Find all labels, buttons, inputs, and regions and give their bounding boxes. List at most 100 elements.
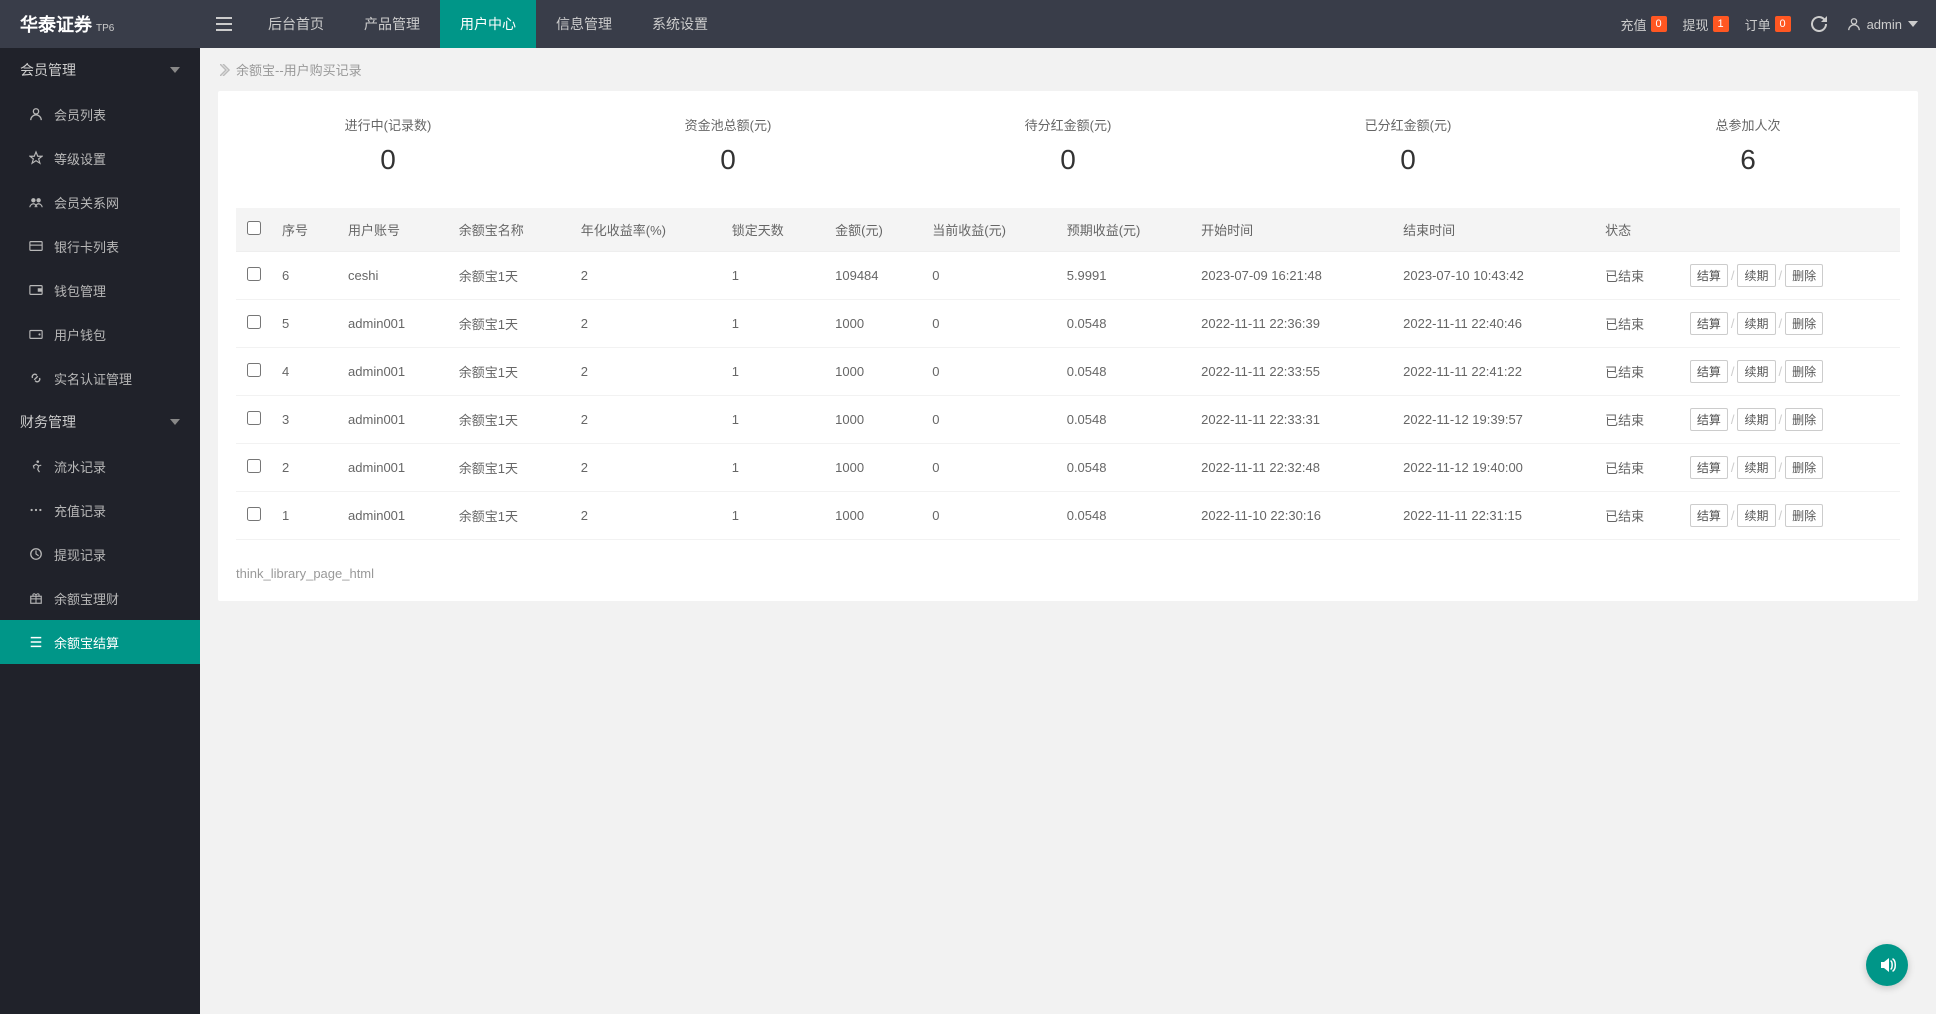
action-sep: / — [1776, 412, 1786, 427]
sidebar-item[interactable]: 等级设置 — [0, 136, 200, 180]
table-row: 1admin001余额宝1天21100000.05482022-11-10 22… — [236, 492, 1900, 540]
table-head: 序号用户账号余额宝名称年化收益率(%)锁定天数金额(元)当前收益(元)预期收益(… — [236, 208, 1900, 252]
user-label: admin — [1867, 17, 1902, 32]
sidebar-item[interactable]: 会员列表 — [0, 92, 200, 136]
cell: 2022-11-11 22:32:48 — [1191, 444, 1393, 492]
cell: 0.0548 — [1057, 444, 1191, 492]
cell: 0.0548 — [1057, 396, 1191, 444]
user-icon — [28, 106, 44, 122]
col-checkbox — [236, 208, 272, 252]
refresh-button[interactable] — [1799, 0, 1839, 48]
cell: 4 — [272, 348, 338, 396]
cell: 0 — [922, 252, 1056, 300]
delete-button[interactable]: 删除 — [1785, 360, 1823, 383]
sidebar-item[interactable]: 流水记录 — [0, 444, 200, 488]
table-body: 6ceshi余额宝1天2110948405.99912023-07-09 16:… — [236, 252, 1900, 540]
settle-button[interactable]: 结算 — [1690, 408, 1728, 431]
sidebar-item[interactable]: 钱包管理 — [0, 268, 200, 312]
topnav-item[interactable]: 系统设置 — [632, 0, 728, 48]
delete-button[interactable]: 删除 — [1785, 264, 1823, 287]
action-sep: / — [1728, 508, 1738, 523]
cell: 1 — [272, 492, 338, 540]
renew-button[interactable]: 续期 — [1737, 312, 1775, 335]
sidebar-group-head[interactable]: 会员管理 — [0, 48, 200, 92]
row-checkbox[interactable] — [247, 507, 261, 521]
renew-button[interactable]: 续期 — [1737, 456, 1775, 479]
order-link[interactable]: 订单 0 — [1737, 0, 1799, 48]
settle-button[interactable]: 结算 — [1690, 264, 1728, 287]
topnav-item[interactable]: 后台首页 — [248, 0, 344, 48]
cell: admin001 — [338, 348, 449, 396]
stat-block: 资金池总额(元)0 — [558, 115, 898, 176]
sidebar-item[interactable]: 充值记录 — [0, 488, 200, 532]
cell: 2 — [571, 396, 722, 444]
cell-actions: 结算/续期/删除 — [1680, 300, 1900, 348]
cell: admin001 — [338, 492, 449, 540]
wallet2-icon — [28, 326, 44, 342]
refresh-icon — [1811, 16, 1827, 32]
sidebar-item[interactable]: 余额宝理财 — [0, 576, 200, 620]
sidebar-item[interactable]: 提现记录 — [0, 532, 200, 576]
topnav-item[interactable]: 信息管理 — [536, 0, 632, 48]
topnav-item[interactable]: 产品管理 — [344, 0, 440, 48]
settle-button[interactable]: 结算 — [1690, 504, 1728, 527]
row-checkbox[interactable] — [247, 315, 261, 329]
cell: 1000 — [825, 300, 922, 348]
cell: 已结束 — [1595, 348, 1680, 396]
cell: 1 — [722, 252, 825, 300]
cell-actions: 结算/续期/删除 — [1680, 444, 1900, 492]
sidebar-item[interactable]: 实名认证管理 — [0, 356, 200, 400]
breadcrumb-text: 余额宝--用户购买记录 — [236, 60, 362, 79]
chevron-down-icon — [170, 67, 180, 73]
action-sep: / — [1776, 460, 1786, 475]
row-checkbox[interactable] — [247, 459, 261, 473]
renew-button[interactable]: 续期 — [1737, 264, 1775, 287]
renew-button[interactable]: 续期 — [1737, 408, 1775, 431]
delete-button[interactable]: 删除 — [1785, 456, 1823, 479]
delete-button[interactable]: 删除 — [1785, 312, 1823, 335]
cell: 1 — [722, 444, 825, 492]
cell: 2022-11-11 22:36:39 — [1191, 300, 1393, 348]
delete-button[interactable]: 删除 — [1785, 408, 1823, 431]
settle-button[interactable]: 结算 — [1690, 312, 1728, 335]
cell: 5 — [272, 300, 338, 348]
fab-button[interactable] — [1866, 944, 1908, 986]
row-checkbox[interactable] — [247, 411, 261, 425]
sidebar-item[interactable]: 会员关系网 — [0, 180, 200, 224]
withdraw-link[interactable]: 提现 1 — [1675, 0, 1737, 48]
topnav-item[interactable]: 用户中心 — [440, 0, 536, 48]
row-checkbox[interactable] — [247, 363, 261, 377]
list-icon — [28, 634, 44, 650]
stat-value: 0 — [558, 144, 898, 176]
settle-button[interactable]: 结算 — [1690, 456, 1728, 479]
pager-text: think_library_page_html — [236, 566, 374, 581]
delete-button[interactable]: 删除 — [1785, 504, 1823, 527]
sidebar-group-head[interactable]: 财务管理 — [0, 400, 200, 444]
cell: 109484 — [825, 252, 922, 300]
sidebar-toggle[interactable] — [200, 0, 248, 48]
action-sep: / — [1776, 508, 1786, 523]
sidebar-item[interactable]: 银行卡列表 — [0, 224, 200, 268]
records-table: 序号用户账号余额宝名称年化收益率(%)锁定天数金额(元)当前收益(元)预期收益(… — [236, 208, 1900, 540]
user-menu[interactable]: admin — [1839, 0, 1926, 48]
sidebar-item[interactable]: 余额宝结算 — [0, 620, 200, 664]
cell: 0.0548 — [1057, 300, 1191, 348]
withdraw-label: 提现 — [1683, 15, 1709, 34]
stat-block: 进行中(记录数)0 — [218, 115, 558, 176]
chevron-down-icon — [1908, 21, 1918, 27]
select-all-checkbox[interactable] — [247, 221, 261, 235]
brand-sup: TP6 — [96, 23, 114, 34]
recharge-link[interactable]: 充值 0 — [1613, 0, 1675, 48]
col-header: 开始时间 — [1191, 208, 1393, 252]
cell: 余额宝1天 — [449, 300, 571, 348]
row-checkbox[interactable] — [247, 267, 261, 281]
cell: 2022-11-11 22:40:46 — [1393, 300, 1595, 348]
sidebar-item[interactable]: 用户钱包 — [0, 312, 200, 356]
col-header: 余额宝名称 — [449, 208, 571, 252]
cell: admin001 — [338, 300, 449, 348]
renew-button[interactable]: 续期 — [1737, 360, 1775, 383]
renew-button[interactable]: 续期 — [1737, 504, 1775, 527]
topbar: 华泰证券 TP6 后台首页产品管理用户中心信息管理系统设置 充值 0 提现 1 … — [0, 0, 1936, 48]
settle-button[interactable]: 结算 — [1690, 360, 1728, 383]
table-row: 2admin001余额宝1天21100000.05482022-11-11 22… — [236, 444, 1900, 492]
